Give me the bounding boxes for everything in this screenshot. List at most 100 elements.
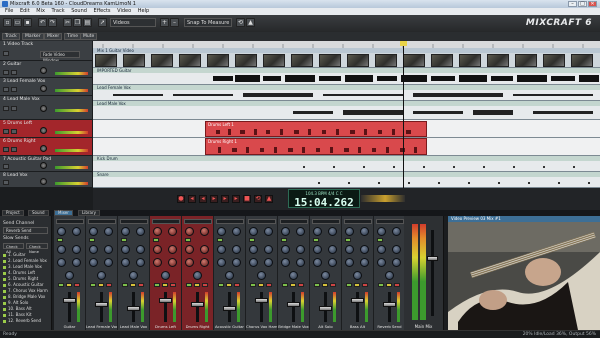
- aux2-knob[interactable]: [296, 258, 305, 267]
- mute-button[interactable]: [282, 283, 288, 287]
- new-project-icon[interactable]: ▫: [3, 18, 12, 27]
- eq-high-knob[interactable]: [153, 227, 162, 236]
- arm-button[interactable]: [74, 283, 80, 287]
- fader-cap[interactable]: [191, 302, 204, 307]
- menu-effects[interactable]: Effects: [94, 8, 111, 15]
- fader-cap[interactable]: [255, 298, 268, 303]
- aux-knob[interactable]: [281, 258, 290, 267]
- eq-high-knob[interactable]: [377, 227, 386, 236]
- solo-button[interactable]: [354, 283, 360, 287]
- mute-button[interactable]: [3, 147, 9, 152]
- send-knob[interactable]: [360, 245, 369, 254]
- aux-knob[interactable]: [313, 258, 322, 267]
- fader-cap[interactable]: [351, 298, 364, 303]
- solo-button[interactable]: [258, 283, 264, 287]
- pan-knob[interactable]: [129, 271, 138, 280]
- back-icon[interactable]: ◂: [199, 195, 207, 203]
- solo-button[interactable]: [11, 129, 17, 134]
- aux2-knob[interactable]: [392, 258, 401, 267]
- fader-cap[interactable]: [287, 302, 300, 307]
- lane-snare[interactable]: Snare: [93, 172, 600, 188]
- send-item[interactable]: 2. Lead Female Vox: [3, 258, 48, 263]
- fx-enable-button[interactable]: [345, 238, 351, 242]
- eq-high-knob[interactable]: [313, 227, 322, 236]
- aux-knob[interactable]: [377, 258, 386, 267]
- fader-cap[interactable]: [159, 298, 172, 303]
- time-display[interactable]: 104.3 BPM 4/4 C C 15:04.262: [288, 189, 360, 209]
- pan-knob[interactable]: [65, 271, 74, 280]
- select-tool-icon[interactable]: ➚: [98, 18, 107, 27]
- mute-button[interactable]: [58, 283, 64, 287]
- fast-forward-icon[interactable]: ▸: [232, 195, 240, 203]
- lane-drums-left[interactable]: Drums Left 1: [93, 120, 600, 138]
- solo-button[interactable]: [226, 283, 232, 287]
- mute-button[interactable]: [346, 283, 352, 287]
- fx-enable-button[interactable]: [377, 238, 383, 242]
- mute-button[interactable]: [218, 283, 224, 287]
- minimize-button[interactable]: –: [568, 1, 577, 7]
- check-all-button[interactable]: Check All: [3, 243, 24, 254]
- aux-knob[interactable]: [345, 258, 354, 267]
- fx-enable-button[interactable]: [281, 238, 287, 242]
- send-knob[interactable]: [104, 245, 113, 254]
- eq-high-knob[interactable]: [89, 227, 98, 236]
- send-knob[interactable]: [392, 245, 401, 254]
- arm-button[interactable]: [170, 283, 176, 287]
- eq-mid-knob[interactable]: [72, 227, 81, 236]
- fader-cap[interactable]: [63, 298, 76, 303]
- loop-icon[interactable]: ⟲: [236, 18, 245, 27]
- mute-button[interactable]: [314, 283, 320, 287]
- fader-cap[interactable]: [319, 306, 332, 311]
- track-header-lead-vox[interactable]: 8 Lead Vox: [0, 172, 92, 188]
- eq-low-knob[interactable]: [281, 245, 290, 254]
- undo-icon[interactable]: ↶: [38, 18, 47, 27]
- fx-enable-button[interactable]: [153, 238, 159, 242]
- track-header-drums-left[interactable]: 5 Drums Left: [0, 120, 92, 138]
- rewind-icon[interactable]: ◂: [188, 195, 196, 203]
- arm-button[interactable]: [106, 283, 112, 287]
- eq-mid-knob[interactable]: [264, 227, 273, 236]
- menu-sound[interactable]: Sound: [71, 8, 87, 15]
- eq-low-knob[interactable]: [89, 245, 98, 254]
- track-header-lead-female[interactable]: 3 Lead Female Vox: [0, 78, 92, 96]
- menu-edit[interactable]: Edit: [20, 8, 30, 15]
- send-item[interactable]: 3. Lead Male Vox: [3, 264, 48, 269]
- send-item[interactable]: 10. Bass Alt: [3, 306, 48, 311]
- eq-mid-knob[interactable]: [200, 227, 209, 236]
- solo-button[interactable]: [290, 283, 296, 287]
- eq-high-knob[interactable]: [121, 227, 130, 236]
- stop-icon[interactable]: ■: [243, 195, 251, 203]
- pan-knob[interactable]: [161, 271, 170, 280]
- eq-low-knob[interactable]: [121, 245, 130, 254]
- aux-knob[interactable]: [217, 258, 226, 267]
- track-header-guitar[interactable]: 2 Guitar: [0, 61, 92, 78]
- pan-knob[interactable]: [97, 271, 106, 280]
- aux2-knob[interactable]: [72, 258, 81, 267]
- send-knob[interactable]: [232, 245, 241, 254]
- fader-cap[interactable]: [383, 302, 396, 307]
- fx-enable-button[interactable]: [121, 238, 127, 242]
- menu-mix[interactable]: Mix: [36, 8, 45, 15]
- copy-icon[interactable]: ❐: [73, 18, 82, 27]
- lane-drums-right[interactable]: Drums Right 1: [93, 138, 600, 156]
- fx-slot[interactable]: [88, 219, 116, 224]
- solo-button[interactable]: [66, 283, 72, 287]
- pan-knob[interactable]: [321, 271, 330, 280]
- fx-enable-button[interactable]: [313, 238, 319, 242]
- fx-slot[interactable]: [152, 219, 180, 224]
- arm-button[interactable]: [202, 283, 208, 287]
- mute-button[interactable]: [154, 283, 160, 287]
- volume-knob[interactable]: [40, 67, 47, 74]
- drums-right-clip[interactable]: Drums Right 1: [205, 138, 427, 155]
- send-item[interactable]: 8. Bridge Male Vox: [3, 294, 48, 299]
- eq-mid-knob[interactable]: [168, 227, 177, 236]
- eq-low-knob[interactable]: [153, 245, 162, 254]
- playhead-marker[interactable]: [400, 41, 407, 46]
- zoom-in-icon[interactable]: +: [160, 18, 169, 27]
- send-knob[interactable]: [296, 245, 305, 254]
- fx-enable-button[interactable]: [89, 238, 95, 242]
- mute-button[interactable]: [250, 283, 256, 287]
- mute-button[interactable]: [186, 283, 192, 287]
- send-knob[interactable]: [136, 245, 145, 254]
- check-none-button[interactable]: Check None: [26, 243, 48, 254]
